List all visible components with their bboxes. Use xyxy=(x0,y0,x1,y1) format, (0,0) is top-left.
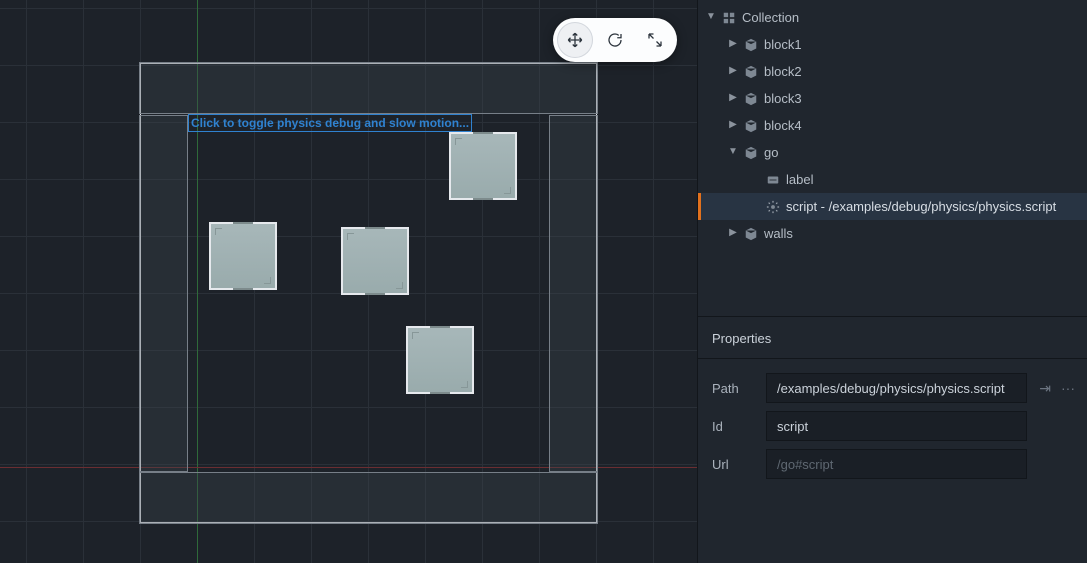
cube-icon xyxy=(744,92,758,106)
gear-icon xyxy=(766,200,780,214)
outline-label: label xyxy=(786,172,813,187)
property-row-path: Path /examples/debug/physics/physics.scr… xyxy=(698,369,1087,407)
cube-icon xyxy=(744,146,758,160)
label-icon xyxy=(766,173,780,187)
expand-icon[interactable] xyxy=(728,92,738,103)
property-row-url: Url /go#script ⇥··· xyxy=(698,445,1087,483)
property-label: Path xyxy=(712,381,756,396)
scene-viewport[interactable]: Click to toggle physics debug and slow m… xyxy=(0,0,697,563)
block3-sprite[interactable] xyxy=(449,132,517,200)
more-options-button[interactable]: ··· xyxy=(1059,380,1077,397)
collection-icon xyxy=(722,11,736,25)
url-input[interactable]: /go#script xyxy=(766,449,1027,479)
block2-sprite[interactable] xyxy=(341,227,409,295)
property-label: Url xyxy=(712,457,756,472)
property-row-id: Id script ⇥··· xyxy=(698,407,1087,445)
outline-node-block1[interactable]: block1 xyxy=(698,31,1087,58)
scale-tool-button[interactable] xyxy=(637,22,673,58)
expand-icon[interactable] xyxy=(728,65,738,76)
expand-icon[interactable] xyxy=(706,11,716,22)
expand-icon[interactable] xyxy=(728,119,738,130)
scene-bounds: Click to toggle physics debug and slow m… xyxy=(140,63,597,523)
outline-label: block3 xyxy=(764,91,802,106)
cube-icon xyxy=(744,227,758,241)
block1-sprite[interactable] xyxy=(209,222,277,290)
cube-icon xyxy=(744,38,758,52)
cube-icon xyxy=(744,119,758,133)
outline-tree: Collection block1 block2 block3 block4 g… xyxy=(698,0,1087,257)
outline-label: Collection xyxy=(742,10,799,25)
outline-node-block2[interactable]: block2 xyxy=(698,58,1087,85)
outline-label: block2 xyxy=(764,64,802,79)
viewport-toolbar xyxy=(553,18,677,62)
wall-left[interactable] xyxy=(139,115,188,472)
scale-icon xyxy=(646,31,664,49)
move-tool-button[interactable] xyxy=(557,22,593,58)
outline-node-label[interactable]: label xyxy=(698,166,1087,193)
id-input[interactable]: script xyxy=(766,411,1027,441)
outline-node-script[interactable]: script - /examples/debug/physics/physics… xyxy=(698,193,1087,220)
right-panel: Collection block1 block2 block3 block4 g… xyxy=(697,0,1087,563)
rotate-tool-button[interactable] xyxy=(597,22,633,58)
outline-node-walls[interactable]: walls xyxy=(698,220,1087,247)
cube-icon xyxy=(744,65,758,79)
goto-resource-button[interactable]: ⇥ xyxy=(1037,380,1053,397)
outline-label: walls xyxy=(764,226,793,241)
expand-icon[interactable] xyxy=(728,227,738,238)
outline-node-block4[interactable]: block4 xyxy=(698,112,1087,139)
move-icon xyxy=(566,31,584,49)
outline-node-go[interactable]: go xyxy=(698,139,1087,166)
wall-bottom[interactable] xyxy=(139,472,598,524)
outline-label: block4 xyxy=(764,118,802,133)
wall-top[interactable] xyxy=(139,62,598,114)
path-input[interactable]: /examples/debug/physics/physics.script xyxy=(766,373,1027,403)
rotate-icon xyxy=(606,31,624,49)
expand-icon[interactable] xyxy=(728,146,738,157)
debug-label-overlay[interactable]: Click to toggle physics debug and slow m… xyxy=(188,114,472,132)
property-label: Id xyxy=(712,419,756,434)
outline-node-block3[interactable]: block3 xyxy=(698,85,1087,112)
outline-label: block1 xyxy=(764,37,802,52)
outline-node-collection[interactable]: Collection xyxy=(698,4,1087,31)
block4-sprite[interactable] xyxy=(406,326,474,394)
expand-icon[interactable] xyxy=(728,38,738,49)
wall-right[interactable] xyxy=(549,115,598,472)
outline-label: script - /examples/debug/physics/physics… xyxy=(786,199,1056,214)
outline-label: go xyxy=(764,145,778,160)
properties-header: Properties xyxy=(698,317,1087,358)
